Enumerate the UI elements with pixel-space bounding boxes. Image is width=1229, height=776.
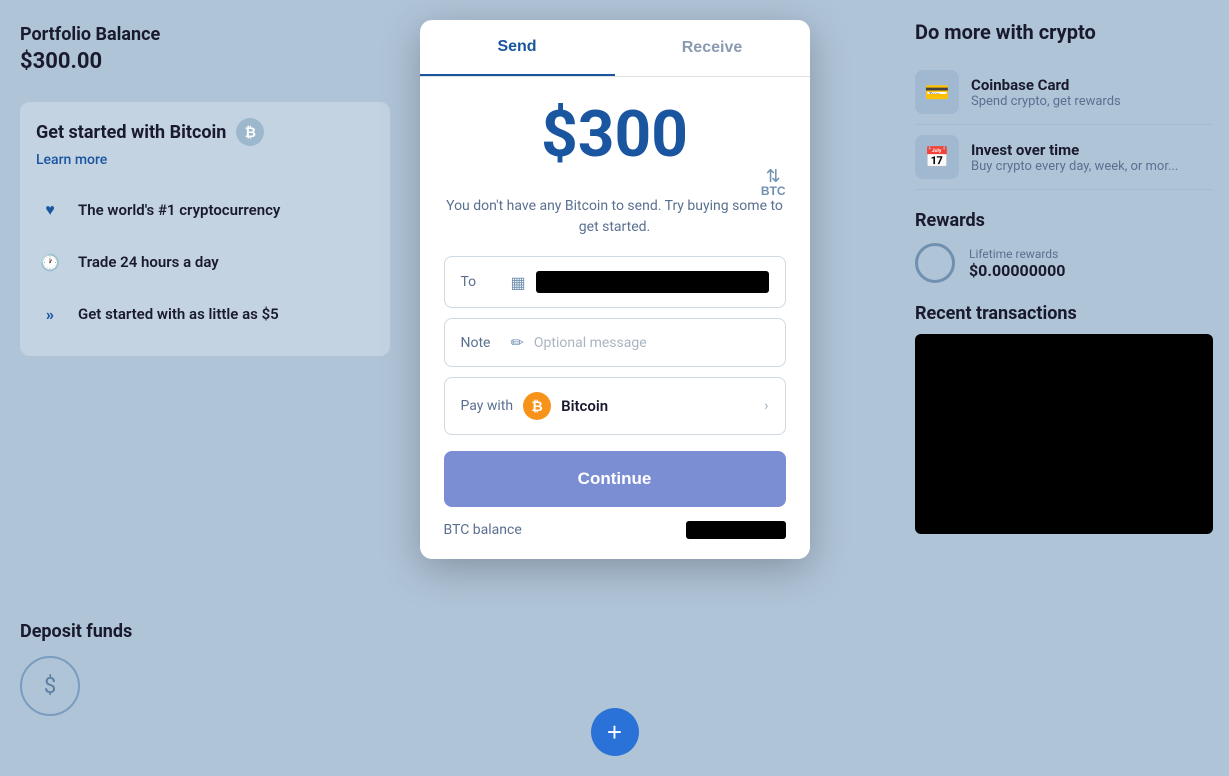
tab-send[interactable]: Send <box>420 20 615 76</box>
address-book-icon: ▦ <box>511 273 526 292</box>
convert-label: BTC <box>761 185 786 197</box>
to-label: To <box>461 274 501 290</box>
pay-with-currency: Bitcoin <box>561 397 608 415</box>
note-label: Note <box>461 335 501 351</box>
modal-overlay: Send Receive $300 ⇅ BTC You don't have a… <box>0 0 1229 776</box>
convert-currency-button[interactable]: ⇅ BTC <box>761 167 786 197</box>
chevron-right-icon: › <box>764 398 768 414</box>
to-address-redacted <box>536 271 769 293</box>
pencil-icon: ✏ <box>511 333 524 352</box>
bitcoin-currency-icon: ₿ <box>523 392 551 420</box>
to-field[interactable]: To ▦ <box>444 256 786 308</box>
pay-with-row: ₿ Bitcoin › <box>523 392 768 420</box>
pay-with-label: Pay with <box>461 398 514 414</box>
note-field[interactable]: Note ✏ Optional message <box>444 318 786 367</box>
convert-arrows-icon: ⇅ <box>766 167 781 185</box>
pay-with-field[interactable]: Pay with ₿ Bitcoin › <box>444 377 786 435</box>
no-btc-message: You don't have any Bitcoin to send. Try … <box>444 196 786 238</box>
btc-balance-redacted <box>686 521 786 539</box>
send-receive-modal: Send Receive $300 ⇅ BTC You don't have a… <box>420 20 810 559</box>
amount-display: $300 <box>444 97 786 172</box>
amount-value: $300 <box>444 97 786 172</box>
btc-balance-label: BTC balance <box>444 522 522 538</box>
modal-body: $300 ⇅ BTC You don't have any Bitcoin to… <box>420 77 810 435</box>
modal-tabs: Send Receive <box>420 20 810 77</box>
note-placeholder: Optional message <box>534 335 769 351</box>
continue-button[interactable]: Continue <box>444 451 786 507</box>
btc-balance-row: BTC balance <box>420 507 810 539</box>
tab-receive[interactable]: Receive <box>615 20 810 76</box>
